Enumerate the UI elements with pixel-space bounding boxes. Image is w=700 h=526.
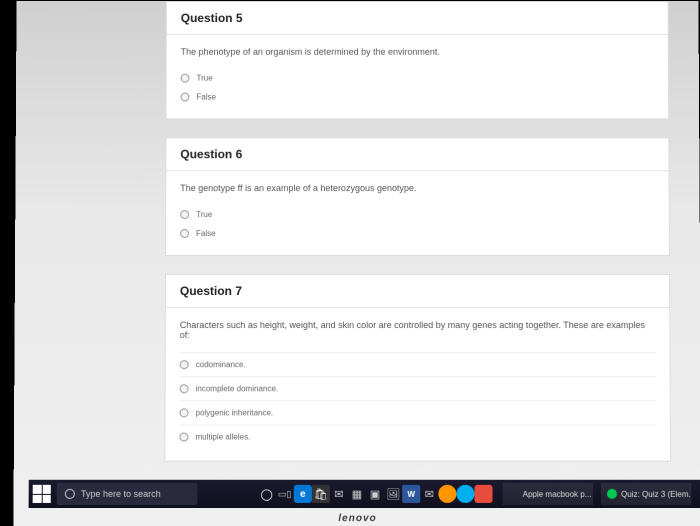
windows-taskbar: Type here to search ◯ ▭▯ e 🛍 ✉ ▦ ▣ 🖼 W ✉… — [29, 480, 700, 508]
option-label: False — [196, 229, 216, 238]
photos-icon[interactable]: 🖼 — [384, 485, 402, 503]
radio-icon — [181, 74, 190, 83]
answer-option[interactable]: False — [180, 224, 655, 243]
question-card-7: Question 7 Characters such as height, we… — [164, 274, 671, 462]
taskview-icon[interactable]: ▭▯ — [276, 485, 294, 503]
option-label: False — [196, 93, 216, 102]
option-label: codominance. — [196, 360, 246, 369]
question-card-6: Question 6 The genotype ff is an example… — [165, 137, 670, 256]
option-label: multiple alleles. — [195, 432, 250, 441]
radio-icon — [180, 408, 189, 417]
answer-option[interactable]: True — [181, 69, 655, 88]
skype-icon[interactable] — [456, 485, 474, 503]
radio-icon — [180, 93, 189, 102]
answer-option[interactable]: incomplete dominance. — [180, 376, 656, 400]
radio-icon — [180, 384, 189, 393]
word-icon[interactable]: W — [402, 485, 420, 503]
question-prompt: The genotype ff is an example of a heter… — [180, 183, 654, 193]
app-icon[interactable] — [474, 485, 492, 503]
answer-option[interactable]: False — [180, 88, 654, 107]
question-title: Question 5 — [167, 2, 668, 35]
question-card-5: Question 5 The phenotype of an organism … — [165, 1, 669, 119]
edge-icon[interactable]: e — [294, 485, 312, 503]
envelope-icon[interactable]: ✉ — [420, 485, 438, 503]
question-prompt: The phenotype of an organism is determin… — [181, 47, 654, 57]
quiz-content-area: Question 5 The phenotype of an organism … — [164, 1, 671, 481]
app-tab-icon — [509, 489, 519, 499]
app-icon[interactable]: ▣ — [366, 485, 384, 503]
question-title: Question 6 — [166, 138, 668, 171]
question-prompt: Characters such as height, weight, and s… — [180, 320, 656, 340]
cortana-icon[interactable]: ◯ — [258, 485, 276, 503]
start-button[interactable] — [33, 485, 51, 503]
answer-option[interactable]: multiple alleles. — [179, 424, 656, 448]
tab-label: Apple macbook p... — [523, 489, 592, 498]
screen-surface: Question 5 The phenotype of an organism … — [13, 1, 700, 526]
answer-option[interactable]: polygenic inheritance. — [179, 400, 655, 424]
radio-icon — [180, 360, 189, 369]
app-tab-icon — [607, 489, 617, 499]
radio-icon — [180, 229, 189, 238]
tab-label: Quiz: Quiz 3 (Elem... — [621, 489, 691, 498]
question-title: Question 7 — [166, 275, 669, 308]
answer-option[interactable]: codominance. — [180, 352, 656, 376]
radio-icon — [180, 210, 189, 219]
option-label: True — [196, 210, 212, 219]
taskbar-window-tab[interactable]: Quiz: Quiz 3 (Elem... — [601, 483, 691, 505]
radio-icon — [179, 432, 188, 441]
search-placeholder: Type here to search — [81, 489, 161, 499]
app-icon[interactable]: ▦ — [348, 485, 366, 503]
store-icon[interactable]: 🛍 — [312, 485, 330, 503]
option-label: polygenic inheritance. — [196, 408, 274, 417]
option-label: incomplete dominance. — [196, 384, 278, 393]
laptop-brand: lenovo — [338, 513, 376, 524]
option-label: True — [197, 74, 213, 83]
answer-option[interactable]: True — [180, 205, 655, 224]
search-icon — [65, 489, 75, 499]
taskbar-search[interactable]: Type here to search — [57, 483, 198, 505]
firefox-icon[interactable] — [438, 485, 456, 503]
mail-icon[interactable]: ✉ — [330, 485, 348, 503]
taskbar-window-tab[interactable]: Apple macbook p... — [503, 483, 593, 505]
